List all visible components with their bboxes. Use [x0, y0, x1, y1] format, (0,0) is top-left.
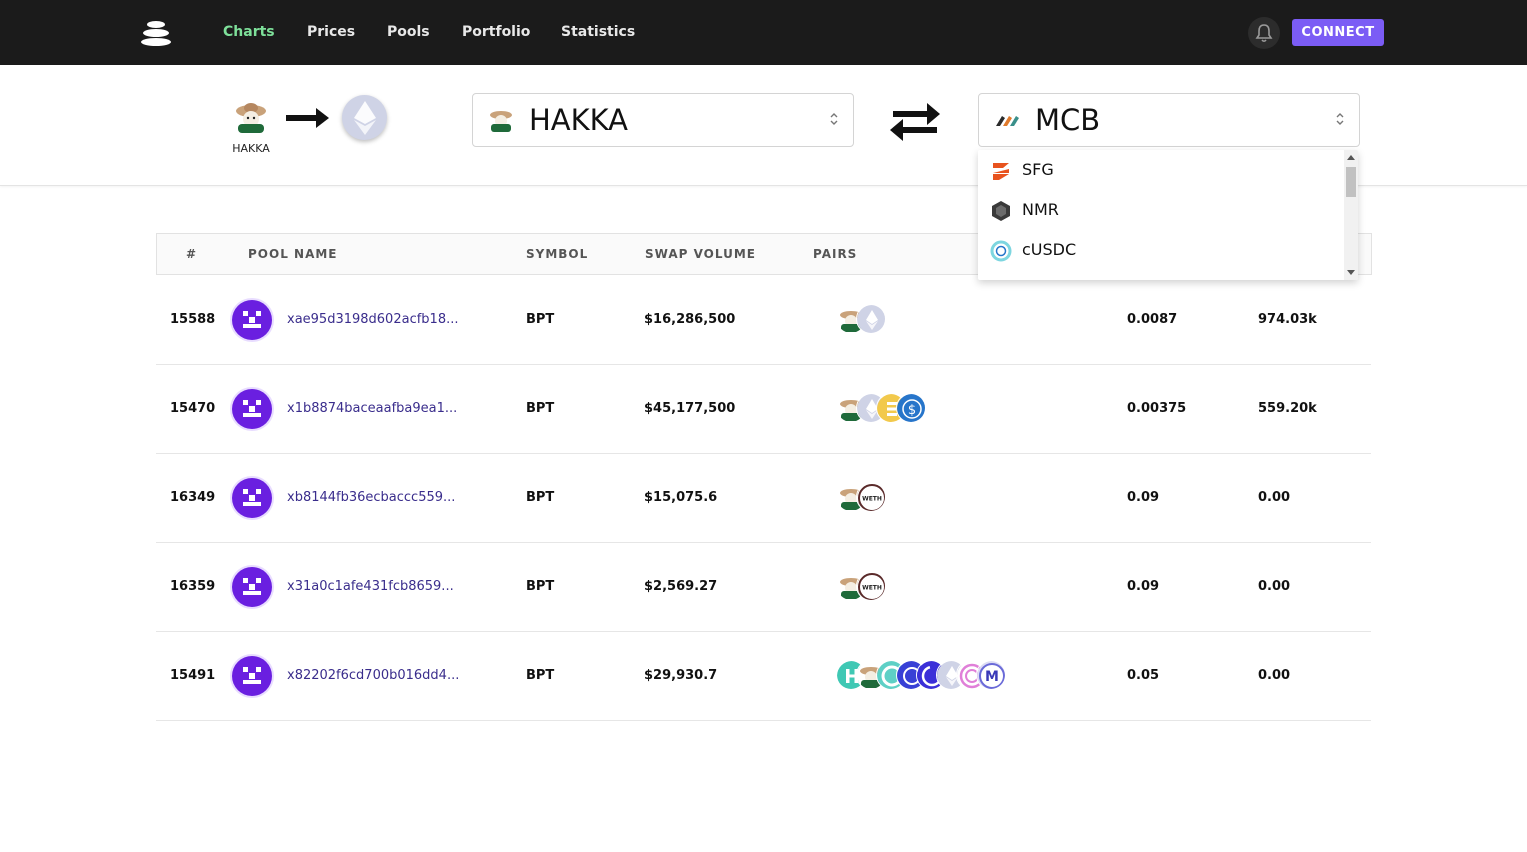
connect-wallet-button[interactable]: CONNECT: [1292, 19, 1384, 46]
nav-link-pools[interactable]: Pools: [387, 24, 430, 40]
pool-value-b: 0.00: [1258, 490, 1291, 505]
table-row[interactable]: 15470 x1b8874baceaafba9ea1... BPT $45,177,5…: [156, 364, 1371, 454]
pool-swap-volume: $29,930.7: [644, 668, 718, 683]
pool-symbol: BPT: [526, 579, 555, 594]
pool-name-link[interactable]: x31a0c1afe431fcb8659...: [287, 579, 454, 594]
dropdown-option-next[interactable]: [978, 270, 1344, 280]
to-token-select[interactable]: MCB: [978, 93, 1360, 147]
eth-token-icon: [856, 304, 886, 334]
pool-id: 15470: [170, 401, 216, 416]
column-header-pairs: PAIRS: [813, 247, 858, 261]
mcb-coin-label: M: [985, 669, 999, 685]
scroll-down-icon[interactable]: [1347, 270, 1355, 275]
pool-id: 15491: [170, 668, 216, 683]
weth-coin-label: WETH: [862, 585, 882, 592]
dropdown-option-label: cUSDC: [1022, 240, 1077, 259]
sfg-token-icon: [990, 160, 1012, 182]
mcb-m-token-icon: M: [976, 660, 1006, 690]
usdc-token-icon: $: [896, 393, 926, 423]
cusdc-token-icon: [990, 240, 1012, 262]
weth-coin-label: WETH: [862, 496, 882, 503]
pool-name-link[interactable]: x82202f6cd700b016dd4...: [287, 668, 459, 683]
pool-symbol: BPT: [526, 668, 555, 683]
chevron-updown-icon: [1335, 111, 1345, 132]
hakka-token-icon: [486, 106, 516, 134]
pool-value-b: 559.20k: [1258, 401, 1317, 416]
table-row[interactable]: 15491 x82202f6cd700b016dd4... BPT $29,930.7…: [156, 631, 1371, 721]
pool-avatar-icon: [232, 389, 272, 429]
pool-value-a: 0.09: [1127, 579, 1160, 594]
nav-link-portfolio[interactable]: Portfolio: [462, 24, 530, 40]
pool-value-b: 974.03k: [1258, 312, 1317, 327]
pool-swap-volume: $45,177,500: [644, 401, 736, 416]
bell-icon[interactable]: [1248, 17, 1280, 49]
from-token-select[interactable]: HAKKA: [472, 93, 854, 147]
pool-swap-volume: $16,286,500: [644, 312, 736, 327]
dropdown-option-cusdc[interactable]: cUSDC: [978, 230, 1344, 270]
pool-name-link[interactable]: xae95d3198d602acfb18...: [287, 312, 458, 327]
pool-swap-volume: $2,569.27: [644, 579, 718, 594]
nav-link-statistics[interactable]: Statistics: [561, 24, 635, 40]
pool-value-b: 0.00: [1258, 668, 1291, 683]
pool-avatar-icon: [232, 656, 272, 696]
pool-avatar-icon: [232, 478, 272, 518]
column-header-swap-volume: SWAP VOLUME: [645, 247, 756, 261]
svg-text:$: $: [908, 403, 916, 418]
scrollbar-thumb[interactable]: [1346, 167, 1356, 197]
pool-symbol: BPT: [526, 312, 555, 327]
nav-link-charts[interactable]: Charts: [223, 24, 275, 40]
pool-value-b: 0.00: [1258, 579, 1291, 594]
pool-value-a: 0.0087: [1127, 312, 1178, 327]
scroll-up-icon[interactable]: [1347, 155, 1355, 160]
table-row[interactable]: 15588 xae95d3198d602acfb18... BPT $16,286,5…: [156, 275, 1371, 365]
dropdown-scrollbar[interactable]: [1344, 150, 1358, 280]
hakka-token-icon: [229, 95, 273, 139]
from-token-value: HAKKA: [529, 103, 629, 137]
weth-token-icon: WETH: [856, 482, 886, 512]
arrow-right-icon: [286, 107, 330, 134]
pool-value-a: 0.00375: [1127, 401, 1187, 416]
app-logo-icon[interactable]: [141, 19, 171, 47]
column-header-symbol: SYMBOL: [526, 247, 589, 261]
pool-avatar-icon: [232, 300, 272, 340]
from-token-caption: HAKKA: [232, 142, 270, 155]
pool-symbol: BPT: [526, 490, 555, 505]
column-header-id: #: [186, 247, 198, 261]
pool-name-link[interactable]: x1b8874baceaafba9ea1...: [287, 401, 457, 416]
table-row[interactable]: 16359 x31a0c1afe431fcb8659... BPT $2,569.27…: [156, 542, 1371, 632]
pool-name-link[interactable]: xb8144fb36ecbaccc559...: [287, 490, 455, 505]
top-navbar: Charts Prices Pools Portfolio Statistics…: [0, 0, 1527, 65]
weth-token-icon: WETH: [856, 571, 886, 601]
pool-id: 15588: [170, 312, 216, 327]
dropdown-option-nmr[interactable]: NMR: [978, 190, 1344, 230]
dropdown-option-label: NMR: [1022, 200, 1059, 219]
mcb-token-icon: [992, 106, 1022, 134]
nav-link-prices[interactable]: Prices: [307, 24, 355, 40]
swap-arrows-icon[interactable]: [889, 102, 941, 147]
table-row[interactable]: 16349 xb8144fb36ecbaccc559... BPT $15,075.6…: [156, 453, 1371, 543]
chevron-updown-icon: [829, 111, 839, 132]
pool-swap-volume: $15,075.6: [644, 490, 718, 505]
pool-avatar-icon: [232, 567, 272, 607]
dropdown-option-label: SFG: [1022, 160, 1054, 179]
pool-value-a: 0.05: [1127, 668, 1160, 683]
column-header-pool-name: POOL NAME: [248, 247, 338, 261]
pool-id: 16349: [170, 490, 216, 505]
nmr-token-icon: [990, 200, 1012, 222]
pool-id: 16359: [170, 579, 216, 594]
pool-value-a: 0.09: [1127, 490, 1160, 505]
pool-symbol: BPT: [526, 401, 555, 416]
ethereum-token-icon: [342, 95, 387, 140]
to-token-value: MCB: [1035, 103, 1101, 137]
token-dropdown-list[interactable]: SFG NMR cUSDC: [978, 150, 1358, 280]
dropdown-option-sfg[interactable]: SFG: [978, 150, 1344, 190]
